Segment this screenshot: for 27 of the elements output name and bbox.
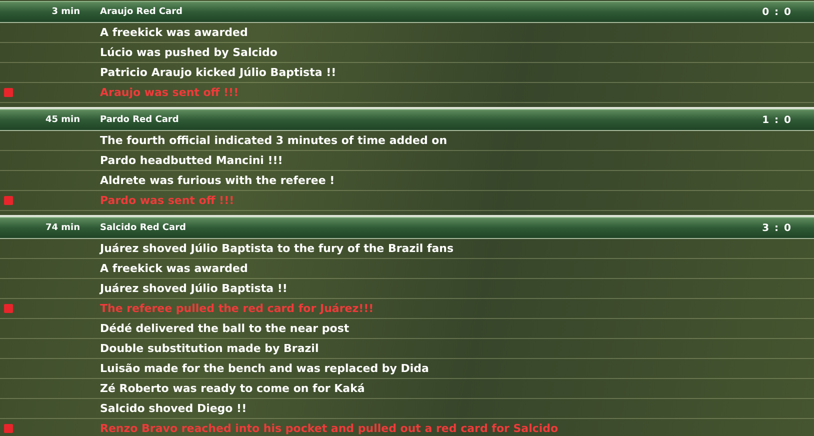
event-text: The referee pulled the red card for Juárez!!! (100, 302, 374, 315)
incident-title: Pardo Red Card (100, 115, 180, 125)
event-text: The fourth official indicated 3 minutes of time added on (100, 134, 448, 147)
event-text: Pardo was sent off !!! (100, 194, 234, 207)
score-label: 0 : 0 (762, 6, 792, 18)
score-label: 3 : 0 (762, 222, 792, 234)
incident-title: Araujo Red Card (100, 7, 184, 17)
event-text: Renzo Bravo reached into his pocket and pulled out a red card for Salcido (100, 422, 558, 435)
minute-label: 3 min (50, 7, 80, 17)
event-text: Aldrete was furious with the referee ! (100, 174, 335, 187)
event-text: Pardo headbutted Mancini !!! (100, 154, 283, 167)
minute-label: 74 min (44, 223, 80, 233)
event-text: Zé Roberto was ready to come on for Kaká (100, 382, 365, 395)
event-text: Dédé delivered the ball to the near post (100, 322, 350, 335)
score-label: 1 : 0 (762, 114, 792, 126)
event-text: Juárez shoved Júlio Baptista !! (100, 282, 288, 295)
minute-label: 45 min (44, 115, 80, 125)
event-text: Lúcio was pushed by Salcido (100, 46, 278, 59)
incident-title: Salcido Red Card (100, 223, 187, 233)
event-text: Luisão made for the bench and was replaced by Dida (100, 362, 429, 375)
event-text: Juárez shoved Júlio Baptista to the fury of the Brazil fans (100, 242, 454, 255)
event-text: Salcido shoved Diego !! (100, 402, 247, 415)
event-text: A freekick was awarded (100, 26, 248, 39)
event-text: A freekick was awarded (100, 262, 248, 275)
event-text: Double substitution made by Brazil (100, 342, 319, 355)
event-text: Araujo was sent off !!! (100, 86, 239, 99)
event-text: Patricio Araujo kicked Júlio Baptista !! (100, 66, 336, 79)
